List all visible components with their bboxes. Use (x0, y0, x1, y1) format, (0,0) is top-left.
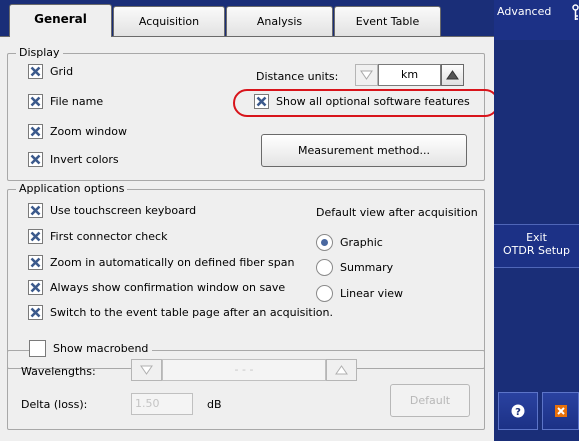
triangle-up-icon (335, 365, 348, 375)
exit-otdr-setup-button[interactable]: Exit OTDR Setup (494, 225, 579, 267)
checkmark-x-icon (28, 229, 43, 244)
first-connector-check-label: First connector check (50, 230, 168, 243)
show-macrobend-checkbox[interactable]: Show macrobend (29, 340, 153, 357)
highlight-annotation (233, 89, 499, 117)
view-graphic-radio[interactable]: Graphic (316, 234, 383, 251)
right-sidebar: Advanced Exit OTDR Setup ? (494, 0, 579, 441)
checkmark-x-icon (28, 203, 43, 218)
checkmark-x-icon (28, 280, 43, 295)
file-name-checkbox[interactable]: File name (28, 94, 103, 109)
checkmark-x-icon (28, 94, 43, 109)
first-connector-check-checkbox[interactable]: First connector check (28, 229, 167, 244)
checkmark-x-icon (28, 124, 43, 139)
zoom-window-checkbox[interactable]: Zoom window (28, 124, 127, 139)
zoom-fiber-span-checkbox[interactable]: Zoom in automatically on defined fiber s… (28, 255, 294, 270)
distance-units-label: Distance units: (256, 70, 339, 83)
radio-empty-icon (316, 285, 333, 302)
file-name-label: File name (50, 95, 104, 108)
delta-loss-label: Delta (loss): (21, 398, 88, 411)
checkmark-x-icon (28, 152, 43, 167)
triangle-down-icon (360, 70, 373, 80)
wavelengths-field: - - - (162, 359, 326, 381)
invert-colors-checkbox[interactable]: Invert colors (28, 152, 119, 167)
tab-event-table[interactable]: Event Table (334, 6, 441, 36)
checkmark-x-icon (28, 255, 43, 270)
wavelengths-label: Wavelengths: (21, 365, 96, 378)
display-legend: Display (16, 46, 63, 59)
grid-label: Grid (50, 65, 74, 78)
tab-analysis[interactable]: Analysis (226, 6, 333, 36)
zoom-window-label: Zoom window (50, 125, 127, 138)
delta-loss-field[interactable]: 1.50 (131, 393, 193, 415)
distance-units-down-button[interactable] (355, 64, 378, 86)
triangle-down-icon (140, 365, 153, 375)
confirmation-on-save-checkbox[interactable]: Always show confirmation window on save (28, 280, 285, 295)
triangle-up-icon (446, 70, 459, 80)
view-summary-radio[interactable]: Summary (316, 259, 393, 276)
invert-colors-label: Invert colors (50, 153, 119, 166)
measurement-method-button[interactable]: Measurement method... (261, 134, 467, 167)
checkmark-x-icon (28, 64, 43, 79)
help-button[interactable]: ? (498, 392, 538, 430)
view-graphic-label: Graphic (340, 236, 383, 249)
wavelengths-up-button[interactable] (326, 359, 357, 381)
svg-text:?: ? (515, 407, 521, 418)
grid-checkbox[interactable]: Grid (28, 64, 73, 79)
close-button[interactable] (542, 392, 579, 430)
checkbox-empty-icon (29, 340, 46, 357)
switch-event-table-checkbox[interactable]: Switch to the event table page after an … (28, 305, 333, 320)
tab-general[interactable]: General (9, 4, 112, 37)
delta-unit-label: dB (207, 398, 222, 411)
exit-line1: Exit (526, 231, 547, 244)
wavelengths-down-button[interactable] (131, 359, 162, 381)
view-linear-label: Linear view (340, 287, 404, 300)
checkmark-x-icon (28, 305, 43, 320)
exit-line2: OTDR Setup (502, 244, 570, 257)
radio-empty-icon (316, 259, 333, 276)
default-button[interactable]: Default (390, 384, 470, 417)
view-summary-label: Summary (340, 261, 394, 274)
tab-bar: General Acquisition Analysis Event Table (0, 0, 494, 37)
confirmation-on-save-label: Always show confirmation window on save (50, 281, 286, 294)
zoom-fiber-span-label: Zoom in automatically on defined fiber s… (50, 256, 295, 269)
touchscreen-keyboard-label: Use touchscreen keyboard (50, 204, 197, 217)
key-icon (572, 4, 579, 20)
advanced-button[interactable]: Advanced (494, 0, 579, 40)
distance-units-field: km (378, 64, 441, 86)
help-icon: ? (511, 404, 525, 418)
tab-acquisition[interactable]: Acquisition (113, 6, 225, 36)
distance-units-up-button[interactable] (441, 64, 464, 86)
touchscreen-keyboard-checkbox[interactable]: Use touchscreen keyboard (28, 203, 196, 218)
view-linear-radio[interactable]: Linear view (316, 285, 403, 302)
switch-event-table-label: Switch to the event table page after an … (50, 306, 333, 319)
close-icon (554, 405, 567, 417)
show-macrobend-label: Show macrobend (53, 342, 149, 355)
radio-selected-icon (316, 234, 333, 251)
application-options-legend: Application options (16, 182, 128, 195)
default-view-label: Default view after acquisition (316, 206, 478, 219)
